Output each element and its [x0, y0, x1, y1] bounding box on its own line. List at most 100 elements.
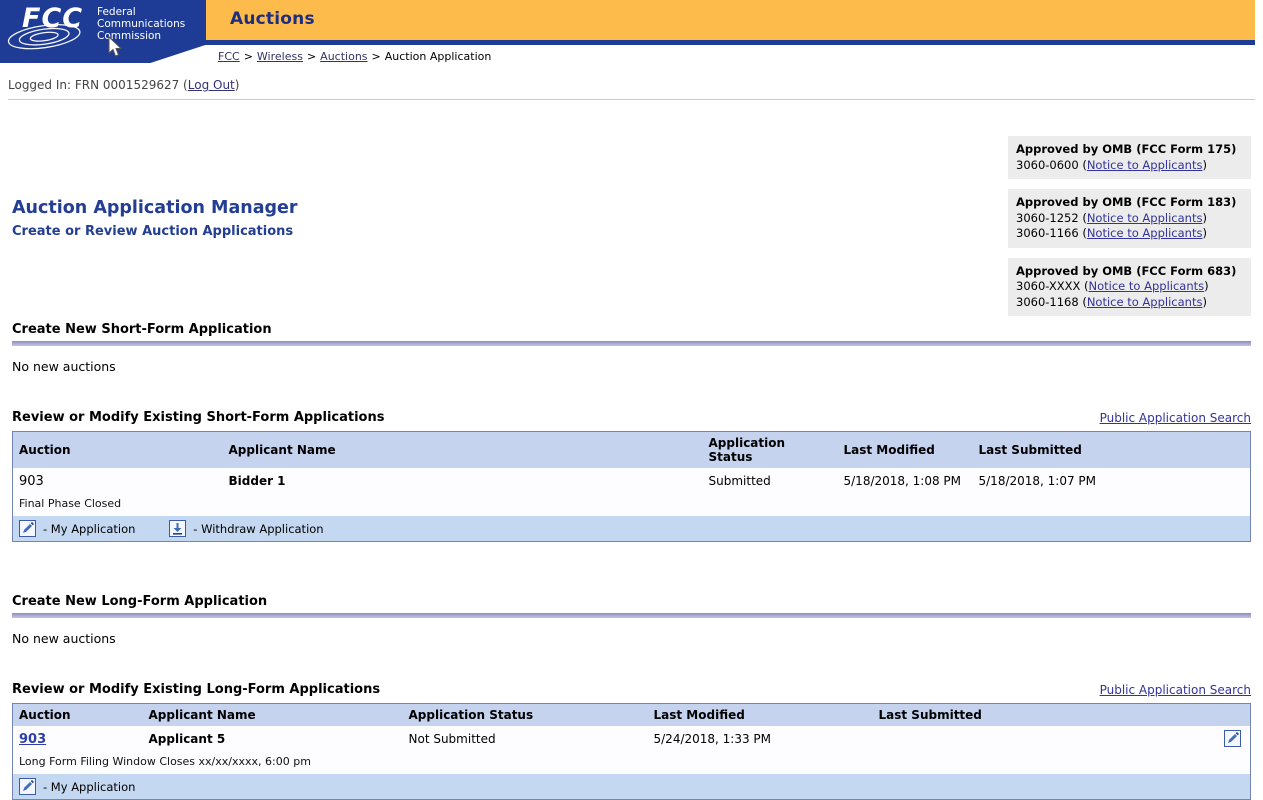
omb-number: 3060-0600 (	[1016, 158, 1087, 172]
section-divider-bar	[12, 341, 1251, 346]
omb-row: 3060-XXXX (Notice to Applicants)	[1016, 279, 1243, 295]
last-modified-cell: 5/18/2018, 1:08 PM	[838, 468, 973, 516]
legend-label: - My Application	[43, 780, 135, 794]
mouse-cursor-icon	[106, 36, 124, 58]
fcc-logo-text: FCC	[22, 3, 83, 34]
omb-box-form-183: Approved by OMB (FCC Form 183) 3060-1252…	[1008, 189, 1251, 248]
logout-link[interactable]: Log Out	[188, 78, 235, 92]
omb-row: 3060-1166 (Notice to Applicants)	[1016, 226, 1243, 242]
edit-icon[interactable]	[1224, 730, 1241, 747]
omb-box-form-683: Approved by OMB (FCC Form 683) 3060-XXXX…	[1008, 258, 1251, 317]
auction-cell: 903 Final Phase Closed	[13, 468, 223, 516]
login-bar: Logged In: FRN 0001529627 (Log Out)	[8, 78, 1251, 92]
logged-in-text: Logged In: FRN 0001529627 (	[8, 78, 188, 92]
logged-in-text-suffix: )	[235, 78, 240, 92]
legend-label: - My Application	[43, 522, 135, 536]
table-header-row: Auction Applicant Name Application Statu…	[13, 432, 1251, 469]
omb-number: 3060-1166 (	[1016, 226, 1087, 240]
section-title: Review or Modify Existing Short-Form App…	[12, 410, 384, 425]
column-header-application-status: Application Status	[403, 704, 648, 727]
omb-box-title: Approved by OMB (FCC Form 183)	[1016, 195, 1243, 211]
breadcrumb-separator: >	[372, 50, 381, 63]
column-header-last-submitted: Last Submitted	[873, 704, 1251, 727]
omb-suffix: )	[1204, 279, 1209, 293]
auction-cell: 903 Long Form Filing Window Closes xx/xx…	[13, 726, 143, 774]
omb-suffix: )	[1202, 211, 1207, 225]
notice-to-applicants-link[interactable]: Notice to Applicants	[1087, 295, 1203, 309]
omb-row: 3060-1168 (Notice to Applicants)	[1016, 295, 1243, 311]
section-review-long-form: Review or Modify Existing Long-Form Appl…	[12, 682, 1251, 800]
legend-cell: - My Application - Withdraw Application	[13, 516, 1251, 542]
application-status-cell: Not Submitted	[403, 726, 648, 774]
public-application-search-link[interactable]: Public Application Search	[1100, 411, 1251, 425]
notice-to-applicants-link[interactable]: Notice to Applicants	[1087, 158, 1203, 172]
notice-to-applicants-link[interactable]: Notice to Applicants	[1089, 279, 1205, 293]
fcc-logo[interactable]: FCC Federal Communications Commission	[0, 0, 206, 63]
breadcrumb-link-auctions[interactable]: Auctions	[320, 50, 367, 63]
omb-row: 3060-1252 (Notice to Applicants)	[1016, 211, 1243, 227]
omb-number: 3060-1168 (	[1016, 295, 1087, 309]
table-row: 903 Long Form Filing Window Closes xx/xx…	[13, 726, 1251, 774]
legend-cell: - My Application	[13, 774, 1251, 800]
edit-icon	[19, 778, 36, 795]
notice-to-applicants-link[interactable]: Notice to Applicants	[1087, 226, 1203, 240]
public-application-search-link[interactable]: Public Application Search	[1100, 683, 1251, 697]
withdraw-icon	[169, 520, 186, 537]
column-header-last-submitted: Last Submitted	[973, 432, 1251, 469]
table-row: 903 Final Phase Closed Bidder 1 Submitte…	[13, 468, 1251, 516]
page-headings: Auction Application Manager Create or Re…	[12, 198, 298, 239]
legend-my-application: - My Application	[19, 778, 135, 795]
column-header-application-status: Application Status	[703, 432, 838, 469]
omb-suffix: )	[1202, 226, 1207, 240]
last-submitted-cell: 5/18/2018, 1:07 PM	[973, 468, 1251, 516]
applicant-name-cell: Bidder 1	[223, 468, 703, 516]
breadcrumb-separator: >	[244, 50, 253, 63]
legend-row: - My Application - Withdraw Application	[13, 516, 1251, 542]
omb-suffix: )	[1202, 295, 1207, 309]
breadcrumb-separator: >	[307, 50, 316, 63]
column-header-applicant-name: Applicant Name	[223, 432, 703, 469]
page-subtitle: Create or Review Auction Applications	[12, 224, 298, 239]
fcc-logo-name-line-2: Communications	[97, 18, 185, 30]
omb-row: 3060-0600 (Notice to Applicants)	[1016, 158, 1243, 174]
app-title: Auctions	[230, 9, 315, 29]
legend-row: - My Application	[13, 774, 1251, 800]
omb-box-title: Approved by OMB (FCC Form 175)	[1016, 142, 1243, 158]
edit-application-button[interactable]	[1224, 730, 1241, 747]
fcc-logo-name-line-1: Federal	[97, 6, 136, 18]
application-status-cell: Submitted	[703, 468, 838, 516]
omb-number: 3060-1252 (	[1016, 211, 1087, 225]
column-header-last-modified: Last Modified	[838, 432, 973, 469]
breadcrumb-link-wireless[interactable]: Wireless	[257, 50, 303, 63]
legend-my-application: - My Application	[19, 520, 135, 537]
breadcrumb-current: Auction Application	[385, 50, 492, 63]
section-review-short-form: Review or Modify Existing Short-Form App…	[12, 410, 1251, 542]
column-header-auction: Auction	[13, 704, 143, 727]
legend-label: - Withdraw Application	[193, 522, 323, 536]
breadcrumb-link-fcc[interactable]: FCC	[218, 50, 240, 63]
omb-number: 3060-XXXX (	[1016, 279, 1089, 293]
filing-window-note: Long Form Filing Window Closes xx/xx/xxx…	[19, 755, 137, 768]
last-submitted-cell	[873, 726, 1251, 774]
notice-to-applicants-link[interactable]: Notice to Applicants	[1087, 211, 1203, 225]
auction-number-link[interactable]: 903	[19, 732, 46, 747]
legend-withdraw-application: - Withdraw Application	[169, 520, 323, 537]
section-divider-bar	[12, 613, 1251, 618]
table-header-row: Auction Applicant Name Application Statu…	[13, 704, 1251, 727]
main-content: Auction Application Manager Create or Re…	[0, 100, 1263, 800]
page-title: Auction Application Manager	[12, 198, 298, 218]
hero-section: Auction Application Manager Create or Re…	[12, 100, 1251, 312]
omb-box-form-175: Approved by OMB (FCC Form 175) 3060-0600…	[1008, 136, 1251, 179]
section-title: Review or Modify Existing Long-Form Appl…	[12, 682, 380, 697]
omb-box-title: Approved by OMB (FCC Form 683)	[1016, 264, 1243, 280]
no-new-auctions-text: No new auctions	[12, 359, 1251, 374]
omb-boxes: Approved by OMB (FCC Form 175) 3060-0600…	[1008, 136, 1251, 326]
long-form-applications-table: Auction Applicant Name Application Statu…	[12, 703, 1251, 800]
top-header: Auctions FCC > Wireless > Auctions > Auction A…	[0, 0, 1263, 66]
column-header-auction: Auction	[13, 432, 223, 469]
section-title: Create New Long-Form Application	[12, 594, 1251, 609]
edit-icon	[19, 520, 36, 537]
column-header-applicant-name: Applicant Name	[143, 704, 403, 727]
section-create-short-form: Create New Short-Form Application No new…	[12, 322, 1251, 374]
column-header-last-modified: Last Modified	[648, 704, 873, 727]
